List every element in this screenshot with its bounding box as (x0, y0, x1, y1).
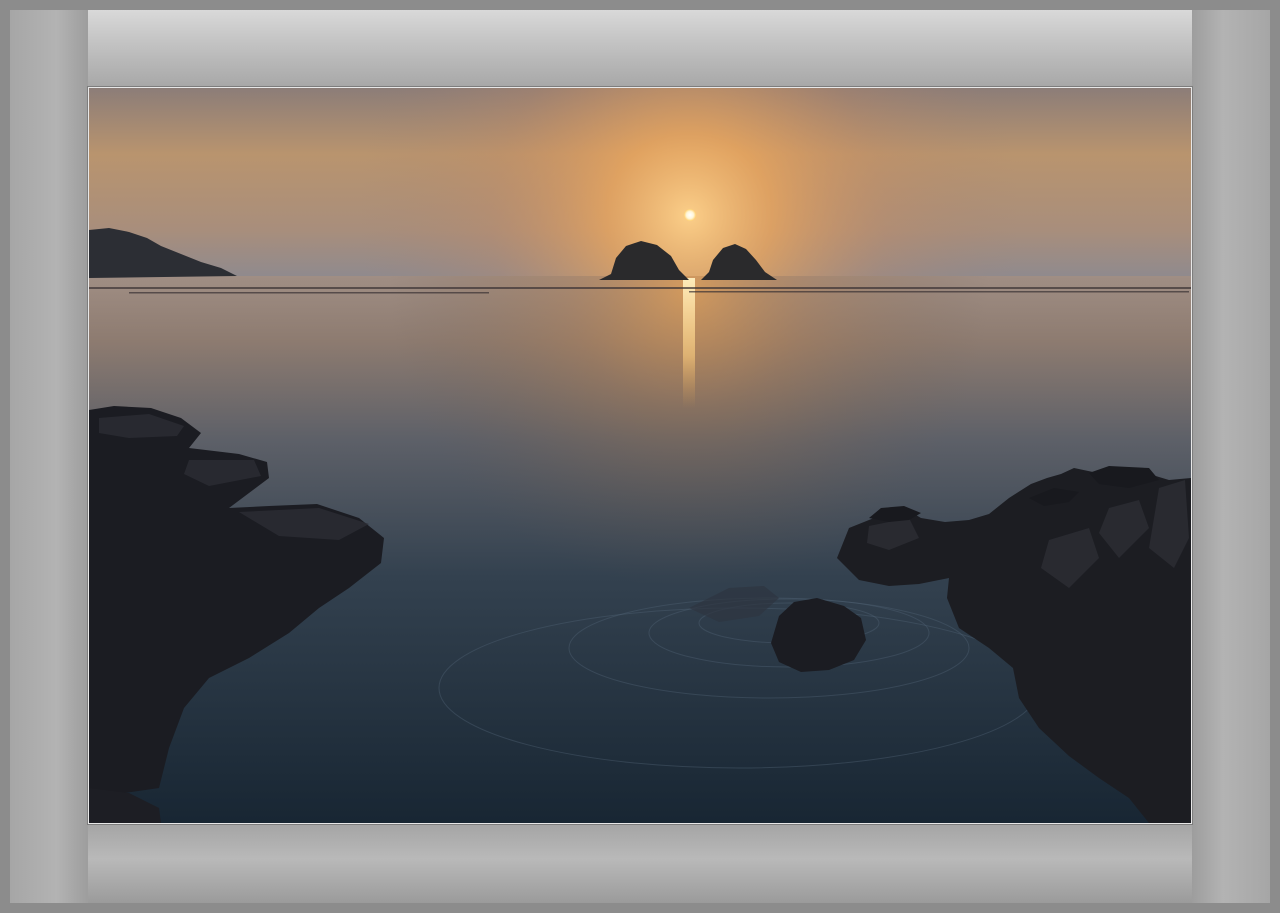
sun (684, 209, 696, 221)
sunset-photo (88, 87, 1192, 824)
mat-top-bevel (10, 10, 1270, 88)
photo-canvas (89, 88, 1191, 823)
outer-frame (0, 0, 1280, 913)
sun-reflection (683, 278, 695, 408)
mat-right-bevel (1192, 10, 1270, 903)
mat-left-bevel (10, 10, 88, 903)
mat-bottom-bevel (10, 823, 1270, 903)
